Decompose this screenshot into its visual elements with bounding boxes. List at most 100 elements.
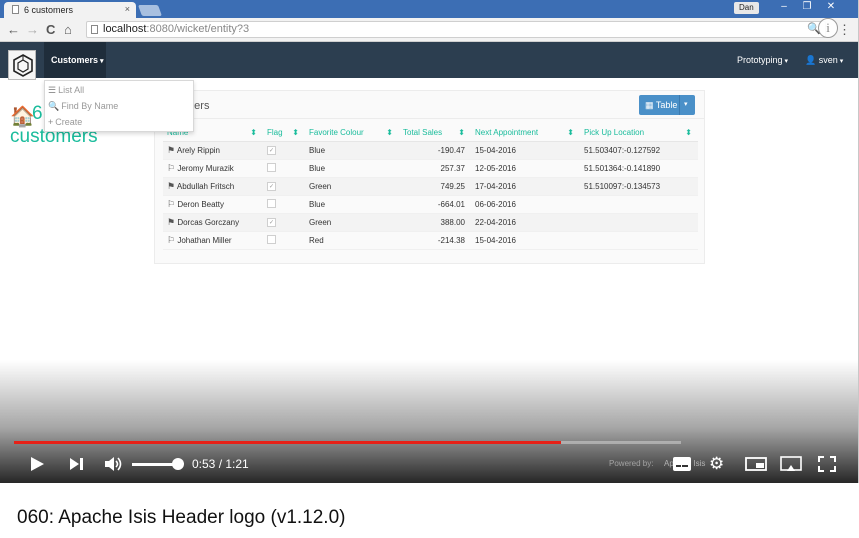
sort-icon[interactable]: ⬍ bbox=[458, 128, 465, 137]
table-view-button[interactable]: ▦ Table ▾ bbox=[639, 95, 695, 115]
progress-played bbox=[14, 441, 561, 444]
minimize-icon[interactable]: – bbox=[775, 1, 793, 12]
table-row[interactable]: ⚐ Jeromy Murazik Blue 257.37 12-05-2016 51.5… bbox=[163, 159, 698, 178]
cell-appointment: 22-04-2016 bbox=[471, 213, 580, 232]
panel-header: mers ▦ Table ▾ bbox=[155, 91, 704, 119]
flag-outline-icon: ⚐ bbox=[167, 198, 176, 209]
url-host: localhost bbox=[103, 23, 147, 35]
cell-sales: 257.37 bbox=[399, 159, 471, 178]
customers-menu[interactable]: Customers ▾ bbox=[44, 42, 106, 78]
cell-location: 51.510097:-0.134573 bbox=[580, 177, 698, 196]
back-icon[interactable]: ← bbox=[7, 22, 20, 37]
cell-name[interactable]: ⚑ Dorcas Gorczany bbox=[163, 213, 263, 232]
column-header-location[interactable]: Pick Up Location ⬍ bbox=[580, 125, 698, 142]
profile-chip[interactable]: Dan bbox=[734, 2, 759, 14]
flag-outline-icon: ⚐ bbox=[167, 234, 176, 245]
subtitles-icon[interactable] bbox=[672, 456, 692, 472]
time-display: 0:53 / 1:21 bbox=[192, 457, 249, 471]
url-path: :8080/wicket/entity?3 bbox=[146, 23, 250, 35]
cell-sales: -214.38 bbox=[399, 231, 471, 250]
flag-checkbox bbox=[267, 198, 276, 208]
flag-checkbox: ✓ bbox=[267, 146, 276, 155]
cell-flag bbox=[263, 195, 305, 214]
video-title: 060: Apache Isis Header logo (v1.12.0) bbox=[17, 507, 346, 528]
chevron-down-icon: ▾ bbox=[100, 58, 104, 65]
miniplayer-icon[interactable] bbox=[745, 457, 767, 471]
new-tab-button[interactable] bbox=[137, 5, 163, 16]
table-row[interactable]: ⚑ Arely Rippin ✓ Blue -190.47 15-04-2016 51.5… bbox=[163, 141, 698, 160]
flag-outline-icon: ⚐ bbox=[167, 162, 176, 173]
sort-icon[interactable]: ⬍ bbox=[386, 128, 393, 137]
fullscreen-icon[interactable] bbox=[818, 456, 836, 472]
menu-item-list-all[interactable]: ☰ List All bbox=[48, 85, 84, 96]
cell-location bbox=[580, 195, 698, 214]
browser-tab-strip: 6 customers × Dan – ❐ ✕ bbox=[0, 0, 858, 18]
tab-title: 6 customers bbox=[24, 5, 74, 15]
settings-gear-icon[interactable]: ⚙ bbox=[709, 454, 724, 474]
sort-icon[interactable]: ⬍ bbox=[567, 128, 574, 137]
search-icon: 🔍 bbox=[48, 101, 60, 111]
video-frame[interactable]: 6 customers × Dan – ❐ ✕ ← → C ⌂ localhos… bbox=[0, 0, 859, 483]
page-icon bbox=[91, 25, 98, 34]
cell-colour: Green bbox=[305, 213, 399, 232]
cell-appointment: 15-04-2016 bbox=[471, 141, 580, 160]
url-input[interactable]: localhost:8080/wicket/entity?3 🔍 bbox=[86, 21, 826, 38]
table-row[interactable]: ⚐ Deron Beatty Blue -664.01 06-06-2016 bbox=[163, 195, 698, 214]
volume-icon[interactable] bbox=[103, 455, 123, 473]
next-icon[interactable] bbox=[68, 456, 86, 472]
customer-count: 6 bbox=[32, 103, 43, 124]
reload-icon[interactable]: C bbox=[46, 22, 55, 37]
cast-icon[interactable] bbox=[780, 456, 802, 472]
prototyping-menu[interactable]: Prototyping ▾ bbox=[737, 55, 788, 65]
cell-colour: Red bbox=[305, 231, 399, 250]
table-row[interactable]: ⚑ Abdullah Fritsch ✓ Green 749.25 17-04-2016… bbox=[163, 177, 698, 196]
user-menu[interactable]: 👤 sven ▾ bbox=[805, 55, 843, 66]
browser-tab[interactable]: 6 customers × bbox=[4, 2, 136, 18]
cell-name[interactable]: ⚑ Arely Rippin bbox=[163, 141, 263, 160]
column-header-flag[interactable]: Flag ⬍ bbox=[263, 125, 305, 142]
info-icon[interactable]: i bbox=[818, 18, 838, 38]
volume-handle[interactable] bbox=[172, 458, 184, 470]
cell-colour: Blue bbox=[305, 159, 399, 178]
progress-bar[interactable] bbox=[14, 441, 681, 444]
column-header-appointment[interactable]: Next Appointment ⬍ bbox=[471, 125, 580, 142]
sort-icon[interactable]: ⬍ bbox=[685, 128, 692, 137]
menu-item-create[interactable]: + Create bbox=[48, 117, 82, 127]
tab-close-icon[interactable]: × bbox=[125, 4, 130, 14]
flag-checkbox bbox=[267, 162, 276, 172]
cell-sales: -664.01 bbox=[399, 195, 471, 214]
app-navbar: Customers ▾ Prototyping ▾ 👤 sven ▾ bbox=[0, 42, 858, 80]
cell-name[interactable]: ⚐ Jeromy Murazik bbox=[163, 159, 263, 178]
flag-checkbox: ✓ bbox=[267, 218, 276, 227]
cell-name[interactable]: ⚐ Deron Beatty bbox=[163, 195, 263, 214]
user-label: sven bbox=[818, 55, 838, 65]
sort-icon[interactable]: ⬍ bbox=[250, 128, 257, 137]
page-icon bbox=[12, 5, 19, 14]
cell-sales: 388.00 bbox=[399, 213, 471, 232]
play-icon[interactable] bbox=[28, 455, 46, 473]
forward-icon[interactable]: → bbox=[26, 22, 39, 37]
cell-location bbox=[580, 213, 698, 232]
sort-icon[interactable]: ⬍ bbox=[292, 128, 299, 137]
button-divider bbox=[679, 95, 680, 115]
player-controls-shade bbox=[0, 360, 858, 483]
restore-icon[interactable]: ❐ bbox=[798, 1, 816, 12]
close-window-icon[interactable]: ✕ bbox=[822, 1, 840, 12]
flag-filled-icon: ⚑ bbox=[167, 144, 176, 155]
table-row[interactable]: ⚐ Johathan Miller Red -214.38 15-04-2016 bbox=[163, 231, 698, 250]
app-logo[interactable] bbox=[8, 50, 36, 80]
cell-name[interactable]: ⚐ Johathan Miller bbox=[163, 231, 263, 250]
browser-menu-icon[interactable]: ⋮ bbox=[838, 22, 851, 38]
chevron-down-icon: ▾ bbox=[839, 58, 844, 65]
cell-colour: Blue bbox=[305, 141, 399, 160]
table-row[interactable]: ⚑ Dorcas Gorczany ✓ Green 388.00 22-04-2016 bbox=[163, 213, 698, 232]
plus-icon: + bbox=[48, 117, 54, 127]
home-button-icon[interactable]: ⌂ bbox=[64, 22, 72, 37]
menu-item-find-by-name[interactable]: 🔍 Find By Name bbox=[48, 101, 118, 112]
column-header-colour[interactable]: Favorite Colour ⬍ bbox=[305, 125, 399, 142]
powered-by-label: Powered by: bbox=[609, 459, 654, 468]
chevron-down-icon[interactable]: ▾ bbox=[684, 100, 688, 108]
column-header-sales[interactable]: Total Sales ⬍ bbox=[399, 125, 471, 142]
cell-name[interactable]: ⚑ Abdullah Fritsch bbox=[163, 177, 263, 196]
cell-appointment: 15-04-2016 bbox=[471, 231, 580, 250]
